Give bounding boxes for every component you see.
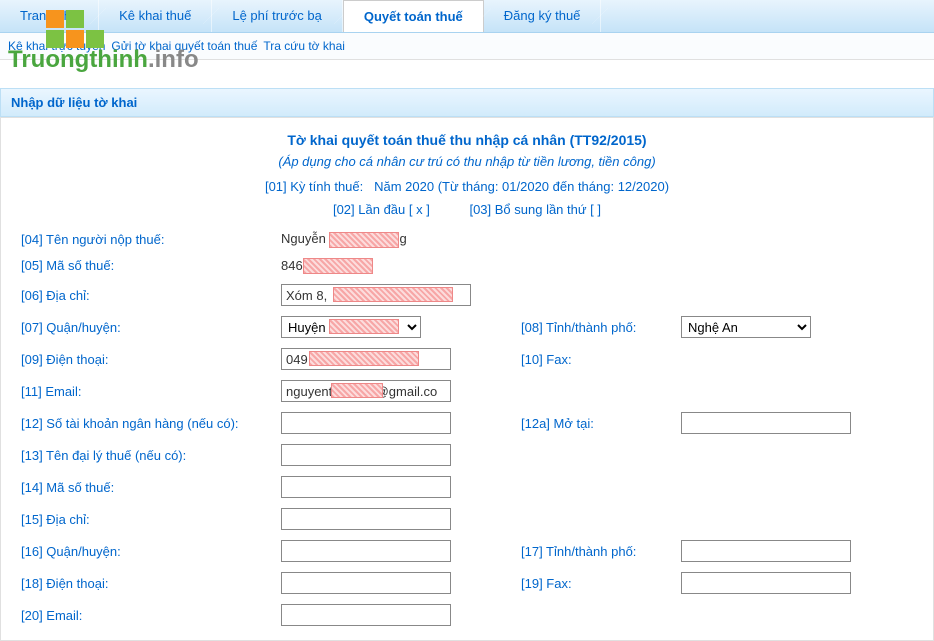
input-20-email[interactable] <box>281 604 451 626</box>
check-first-time: [02] Lần đầu [ x ] <box>333 202 430 217</box>
input-12-stk[interactable] <box>281 412 451 434</box>
label-06: [06] Địa chỉ: <box>21 288 281 303</box>
redacted-11 <box>331 383 383 398</box>
input-13-dai-ly[interactable] <box>281 444 451 466</box>
input-17-tinh-tp[interactable] <box>681 540 851 562</box>
form-check-row: [02] Lần đầu [ x ] [03] Bổ sung lần thứ … <box>21 202 913 217</box>
tab-le-phi-truoc-ba[interactable]: Lệ phí trước bạ <box>212 0 343 32</box>
form-subtitle: (Áp dụng cho cá nhân cư trú có thu nhập … <box>21 154 913 169</box>
label-19: [19] Fax: <box>521 576 681 591</box>
label-20: [20] Email: <box>21 608 281 623</box>
label-09: [09] Điện thoại: <box>21 352 281 367</box>
redacted-04 <box>329 232 399 248</box>
input-19-fax[interactable] <box>681 572 851 594</box>
form-container: Tờ khai quyết toán thuế thu nhập cá nhân… <box>0 117 934 641</box>
input-14-mst[interactable] <box>281 476 451 498</box>
redacted-05 <box>303 258 373 274</box>
tab-trang-chu[interactable]: Trang chủ <box>0 0 99 32</box>
label-16: [16] Quận/huyện: <box>21 544 281 559</box>
redacted-07 <box>329 319 399 334</box>
form-period: [01] Kỳ tính thuế: Năm 2020 (Từ tháng: 0… <box>21 179 913 194</box>
section-header: Nhập dữ liệu tờ khai <box>0 88 934 117</box>
submenu-gui-to-khai[interactable]: Gửi tờ khai quyết toán thuế <box>111 39 257 53</box>
input-15-dia-chi[interactable] <box>281 508 451 530</box>
input-12a-mo-tai[interactable] <box>681 412 851 434</box>
label-07: [07] Quận/huyện: <box>21 320 281 335</box>
check-supplement: [03] Bổ sung lần thứ [ ] <box>469 202 601 217</box>
value-05: 846 <box>281 258 521 275</box>
redacted-09 <box>309 351 419 366</box>
form-title: Tờ khai quyết toán thuế thu nhập cá nhân… <box>21 132 913 148</box>
redacted-06 <box>333 287 453 302</box>
submenu-ke-khai-truc-tuyen[interactable]: Kê khai trực tuyến <box>8 39 105 53</box>
label-10: [10] Fax: <box>521 352 681 367</box>
label-04: [04] Tên người nộp thuế: <box>21 232 281 247</box>
tab-ke-khai-thue[interactable]: Kê khai thuế <box>99 0 212 32</box>
label-13: [13] Tên đại lý thuế (nếu có): <box>21 448 281 463</box>
label-08: [08] Tỉnh/thành phố: <box>521 320 681 335</box>
main-tabs: Trang chủ Kê khai thuế Lệ phí trước bạ Q… <box>0 0 934 33</box>
label-12: [12] Số tài khoản ngân hàng (nếu có): <box>21 416 281 431</box>
tab-dang-ky-thue[interactable]: Đăng ký thuế <box>484 0 602 32</box>
label-17: [17] Tỉnh/thành phố: <box>521 544 681 559</box>
input-18-dien-thoai[interactable] <box>281 572 451 594</box>
label-05: [05] Mã số thuế: <box>21 258 281 273</box>
label-12a: [12a] Mở tại: <box>521 416 681 431</box>
tab-quyet-toan-thue[interactable]: Quyết toán thuế <box>343 0 484 32</box>
select-08-tinh-tp[interactable]: Nghệ An <box>681 316 811 338</box>
label-15: [15] Địa chỉ: <box>21 512 281 527</box>
submenu-tra-cuu[interactable]: Tra cứu tờ khai <box>263 39 344 53</box>
submenu: Kê khai trực tuyến Gửi tờ khai quyết toá… <box>0 33 934 60</box>
label-18: [18] Điện thoại: <box>21 576 281 591</box>
value-04: Nguyễn g <box>281 231 521 248</box>
input-16-quan-huyen[interactable] <box>281 540 451 562</box>
label-14: [14] Mã số thuế: <box>21 480 281 495</box>
label-11: [11] Email: <box>21 384 281 399</box>
